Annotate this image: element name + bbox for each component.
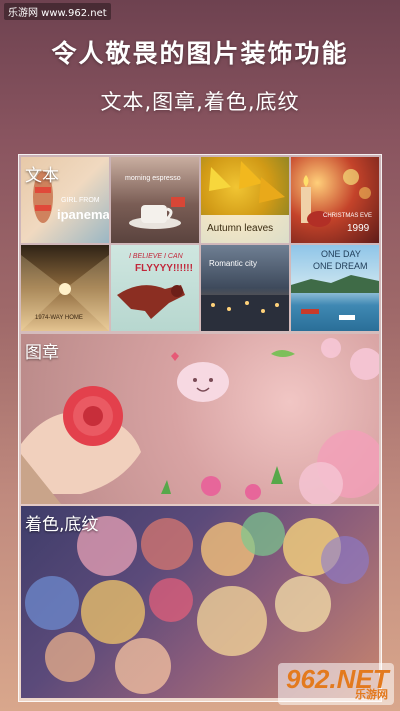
coffee-cup-illustration — [129, 197, 185, 229]
brand-watermark: 962.NET 乐游网 — [278, 663, 394, 705]
text-sample-tile[interactable]: I BELIEVE I CAN FLYYYY!!!!!! — [111, 245, 199, 331]
text-sample-tile[interactable]: morning espresso — [111, 157, 199, 243]
bokeh-circle — [197, 586, 267, 656]
bokeh-circle — [25, 576, 79, 630]
stamp-section: 图章 — [21, 334, 379, 504]
text-sample-tile[interactable]: 1974-WAY HOME — [21, 245, 109, 331]
tile-caption: GIRL FROM — [61, 197, 100, 204]
bokeh-circle — [149, 578, 193, 622]
tile-caption: 1999 — [347, 223, 370, 234]
stamp-section-label: 图章 — [25, 343, 59, 363]
bokeh-circle — [115, 638, 171, 694]
bokeh-circle — [141, 518, 193, 570]
feature-preview-frame: GIRL FROM ipanema morning espresso Autum… — [18, 154, 382, 702]
flying-dog-illustration — [117, 285, 185, 319]
stamp-preview-illustration — [21, 338, 379, 504]
tile-caption: ipanema — [57, 207, 109, 222]
harbor-boats-illustration — [291, 275, 379, 320]
headline: 令人敬畏的图片装饰功能 — [51, 39, 349, 68]
tile-caption: Autumn leaves — [207, 223, 274, 234]
bokeh-circle — [241, 512, 285, 556]
text-section-label: 文本 — [25, 166, 59, 186]
text-sample-tile[interactable]: Romantic city — [201, 245, 289, 331]
site-watermark: 乐游网 www.962.net — [4, 3, 111, 20]
bokeh-circle — [275, 576, 331, 632]
tile-caption: CHRISTMAS EVE — [323, 213, 373, 219]
city-lights-illustration — [201, 295, 289, 331]
subheadline: 文本,图章,着色,底纹 — [100, 90, 300, 114]
text-section: GIRL FROM ipanema morning espresso Autum… — [21, 157, 379, 332]
tile-caption: 1974-WAY HOME — [35, 315, 83, 321]
bokeh-circle — [45, 632, 95, 682]
text-sample-grid: GIRL FROM ipanema morning espresso Autum… — [21, 157, 379, 332]
text-sample-tile[interactable]: Autumn leaves — [201, 157, 289, 243]
brand-watermark-sub: 乐游网 — [355, 688, 388, 701]
bokeh-circle — [321, 536, 369, 584]
text-sample-tile[interactable]: ONE DAY ONE DREAM — [291, 245, 379, 331]
bokeh-circle — [81, 580, 145, 644]
color-texture-section-label: 着色,底纹 — [25, 515, 99, 535]
text-sample-tile[interactable]: CHRISTMAS EVE 1999 — [291, 157, 379, 243]
